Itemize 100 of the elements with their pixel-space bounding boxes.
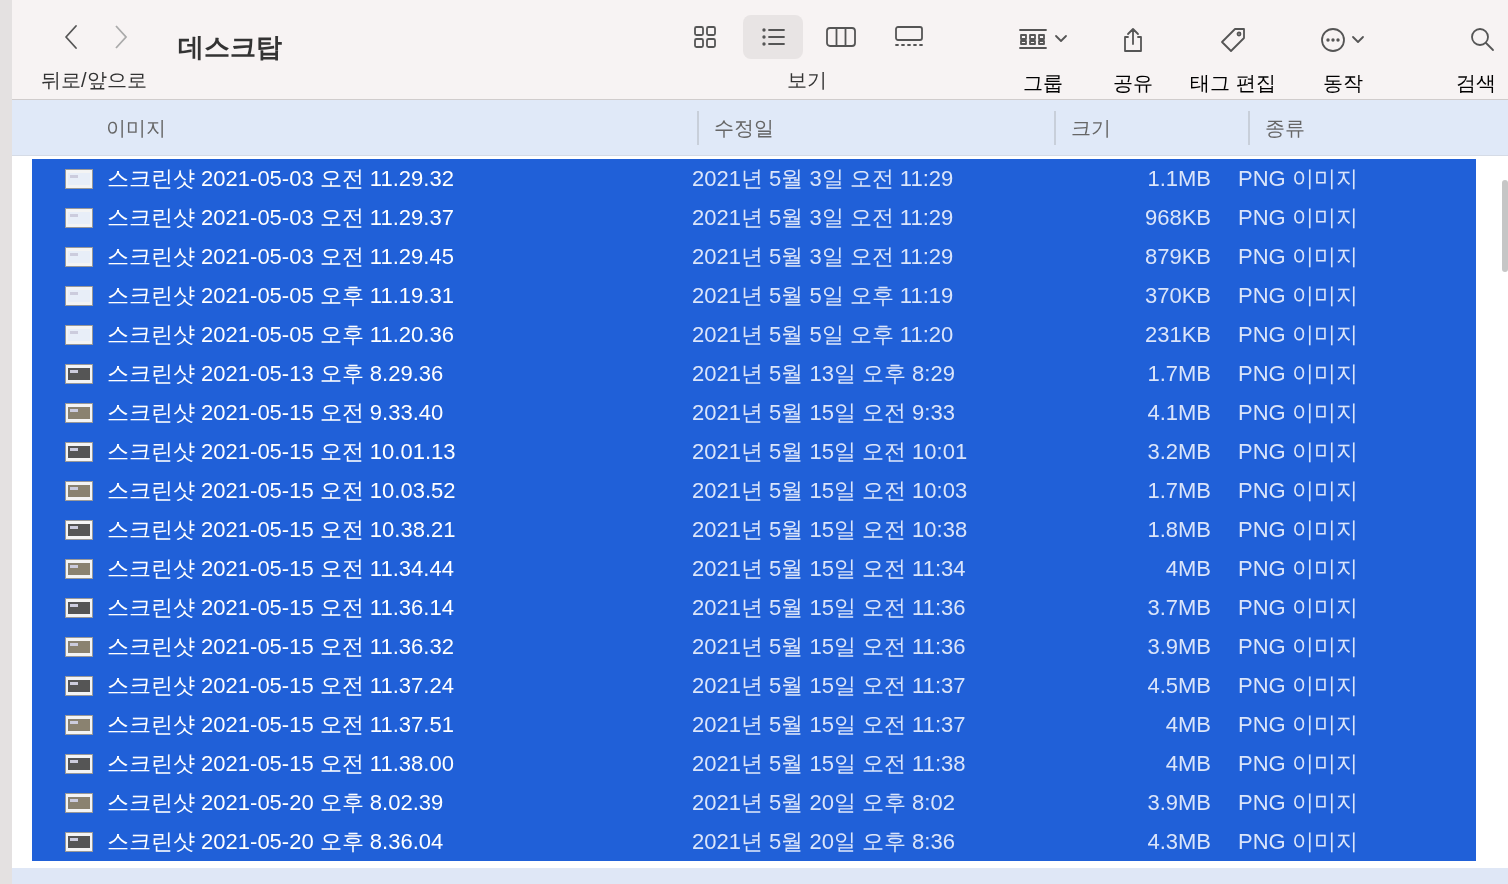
list-view-icon	[761, 25, 785, 49]
file-row[interactable]: 스크린샷 2021-05-05 오후 11.20.36 2021년 5월 5일 오후 11:20 231KB PNG 이미지	[32, 315, 1476, 354]
modified-date: 2021년 5월 15일 오전 10:01	[691, 437, 969, 466]
file-size: 1.7MB	[1146, 360, 1211, 387]
file-kind: PNG 이미지	[1237, 398, 1358, 427]
thumbnail-icon	[65, 480, 93, 501]
file-row[interactable]: 스크린샷 2021-05-03 오전 11.29.37 2021년 5월 3일 오전 11:29 968KB PNG 이미지	[32, 198, 1476, 237]
file-row[interactable]: 스크린샷 2021-05-03 오전 11.29.45 2021년 5월 3일 오전 11:29 879KB PNG 이미지	[32, 237, 1476, 276]
file-name: 스크린샷 2021-05-03 오전 11.29.37	[106, 203, 455, 232]
nav-label: 뒤로/앞으로	[41, 68, 147, 93]
file-row[interactable]: 스크린샷 2021-05-15 오전 9.33.40 2021년 5월 15일 오전 9:33 4.1MB PNG 이미지	[32, 393, 1476, 432]
window-title: 데스크탑	[178, 31, 283, 64]
file-name: 스크린샷 2021-05-20 오후 8.02.39	[106, 788, 445, 817]
file-row[interactable]: 스크린샷 2021-05-15 오전 11.37.24 2021년 5월 15일 오전 11:37 4.5MB PNG 이미지	[32, 666, 1476, 705]
file-size: 370KB	[1143, 282, 1211, 309]
file-row[interactable]: 스크린샷 2021-05-15 오전 11.37.51 2021년 5월 15일 오전 11:37 4MB PNG 이미지	[32, 705, 1476, 744]
more-icon	[1321, 26, 1365, 53]
modified-date: 2021년 5월 15일 오전 11:37	[691, 671, 967, 700]
file-row[interactable]: 스크린샷 2021-05-15 오전 11.34.44 2021년 5월 15일 오전 11:34 4MB PNG 이미지	[32, 549, 1476, 588]
thumbnail-icon	[65, 324, 93, 345]
thumbnail-icon	[65, 831, 93, 852]
modified-date: 2021년 5월 15일 오전 11:36	[691, 593, 967, 622]
chevron-left-icon	[64, 24, 78, 50]
modified-date: 2021년 5월 15일 오전 10:38	[691, 515, 969, 544]
search-icon	[1470, 26, 1496, 53]
thumbnail-icon	[65, 441, 93, 462]
modified-date: 2021년 5월 15일 오전 10:03	[691, 476, 969, 505]
file-row[interactable]: 스크린샷 2021-05-13 오후 8.29.36 2021년 5월 13일 오후 8:29 1.7MB PNG 이미지	[32, 354, 1476, 393]
gallery-view-icon	[894, 25, 924, 49]
grid-view-icon	[693, 25, 717, 49]
file-size: 4MB	[1164, 711, 1211, 738]
scrollbar[interactable]	[1502, 180, 1508, 272]
file-size: 968KB	[1143, 204, 1211, 231]
file-size: 4.5MB	[1146, 672, 1211, 699]
tag-button[interactable]: 태그 편집	[1173, 15, 1293, 99]
thumbnail-icon	[65, 558, 93, 579]
view-label: 보기	[787, 68, 827, 93]
file-kind: PNG 이미지	[1237, 554, 1358, 583]
file-kind: PNG 이미지	[1237, 632, 1358, 661]
modified-date: 2021년 5월 5일 오후 11:20	[691, 320, 955, 349]
file-kind: PNG 이미지	[1237, 710, 1358, 739]
file-row[interactable]: 스크린샷 2021-05-03 오전 11.29.32 2021년 5월 3일 오전 11:29 1.1MB PNG 이미지	[32, 159, 1476, 198]
file-kind: PNG 이미지	[1237, 281, 1358, 310]
action-button[interactable]: 동작	[1293, 15, 1393, 99]
modified-date: 2021년 5월 3일 오전 11:29	[691, 203, 955, 232]
column-header[interactable]: 크기	[1054, 110, 1248, 145]
file-name: 스크린샷 2021-05-15 오전 9.33.40	[106, 398, 445, 427]
modified-date: 2021년 5월 3일 오전 11:29	[691, 164, 955, 193]
file-row[interactable]: 스크린샷 2021-05-15 오전 10.01.13 2021년 5월 15일 오전 10:01 3.2MB PNG 이미지	[32, 432, 1476, 471]
modified-date: 2021년 5월 5일 오후 11:19	[691, 281, 955, 310]
thumbnail-icon	[65, 792, 93, 813]
file-name: 스크린샷 2021-05-03 오전 11.29.32	[106, 164, 455, 193]
thumbnail-icon	[65, 207, 93, 228]
modified-date: 2021년 5월 15일 오전 11:37	[691, 710, 967, 739]
file-name: 스크린샷 2021-05-15 오전 10.03.52	[106, 476, 457, 505]
search-button[interactable]: 검색	[1393, 15, 1496, 99]
file-kind: PNG 이미지	[1237, 515, 1358, 544]
file-size: 879KB	[1143, 243, 1211, 270]
thumbnail-icon	[65, 675, 93, 696]
thumbnail-icon	[65, 519, 93, 540]
file-row[interactable]: 스크린샷 2021-05-15 오전 11.38.00 2021년 5월 15일 오전 11:38 4MB PNG 이미지	[32, 744, 1476, 783]
file-kind: PNG 이미지	[1237, 827, 1358, 856]
file-row[interactable]: 스크린샷 2021-05-05 오후 11.19.31 2021년 5월 5일 오후 11:19 370KB PNG 이미지	[32, 276, 1476, 315]
file-name: 스크린샷 2021-05-15 오전 10.01.13	[106, 437, 457, 466]
file-size: 1.1MB	[1146, 165, 1211, 192]
file-name: 스크린샷 2021-05-15 오전 10.38.21	[106, 515, 457, 544]
group-button[interactable]: 그룹	[993, 15, 1093, 99]
column-header[interactable]: 수정일	[697, 110, 1054, 145]
file-kind: PNG 이미지	[1237, 359, 1358, 388]
file-size: 3.7MB	[1146, 594, 1211, 621]
file-row[interactable]: 스크린샷 2021-05-15 오전 10.03.52 2021년 5월 15일 오전 10:03 1.7MB PNG 이미지	[32, 471, 1476, 510]
file-size: 1.7MB	[1146, 477, 1211, 504]
file-size: 4MB	[1164, 555, 1211, 582]
file-kind: PNG 이미지	[1237, 437, 1358, 466]
file-kind: PNG 이미지	[1237, 671, 1358, 700]
file-kind: PNG 이미지	[1237, 164, 1358, 193]
tag-icon	[1219, 26, 1247, 53]
column-header[interactable]: 이미지	[12, 110, 697, 145]
column-header[interactable]: 종류	[1248, 110, 1305, 145]
file-kind: PNG 이미지	[1237, 476, 1358, 505]
thumbnail-icon	[65, 714, 93, 735]
file-kind: PNG 이미지	[1237, 242, 1358, 271]
modified-date: 2021년 5월 15일 오전 11:36	[691, 632, 967, 661]
file-row[interactable]: 스크린샷 2021-05-15 오전 11.36.32 2021년 5월 15일 오전 11:36 3.9MB PNG 이미지	[32, 627, 1476, 666]
file-name: 스크린샷 2021-05-15 오전 11.36.32	[106, 632, 455, 661]
file-kind: PNG 이미지	[1237, 788, 1358, 817]
file-row[interactable]: 스크린샷 2021-05-20 오후 8.02.39 2021년 5월 20일 오후 8:02 3.9MB PNG 이미지	[32, 783, 1476, 822]
file-row[interactable]: 스크린샷 2021-05-15 오전 11.36.14 2021년 5월 15일 오전 11:36 3.7MB PNG 이미지	[32, 588, 1476, 627]
modified-date: 2021년 5월 15일 오전 9:33	[691, 398, 956, 427]
modified-date: 2021년 5월 13일 오후 8:29	[691, 359, 956, 388]
modified-date: 2021년 5월 20일 오후 8:02	[691, 788, 956, 817]
file-row[interactable]: 스크린샷 2021-05-20 오후 8.36.04 2021년 5월 20일 오후 8:36 4.3MB PNG 이미지	[32, 822, 1476, 861]
file-row[interactable]: 스크린샷 2021-05-15 오전 10.38.21 2021년 5월 15일 오전 10:38 1.8MB PNG 이미지	[32, 510, 1476, 549]
view-button[interactable]	[743, 15, 803, 59]
file-kind: PNG 이미지	[1237, 593, 1358, 622]
share-button[interactable]: 공유	[1093, 15, 1173, 99]
file-name: 스크린샷 2021-05-15 오전 11.37.51	[106, 710, 455, 739]
file-name: 스크린샷 2021-05-13 오후 8.29.36	[106, 359, 445, 388]
thumbnail-icon	[65, 246, 93, 267]
file-size: 4.3MB	[1146, 828, 1211, 855]
